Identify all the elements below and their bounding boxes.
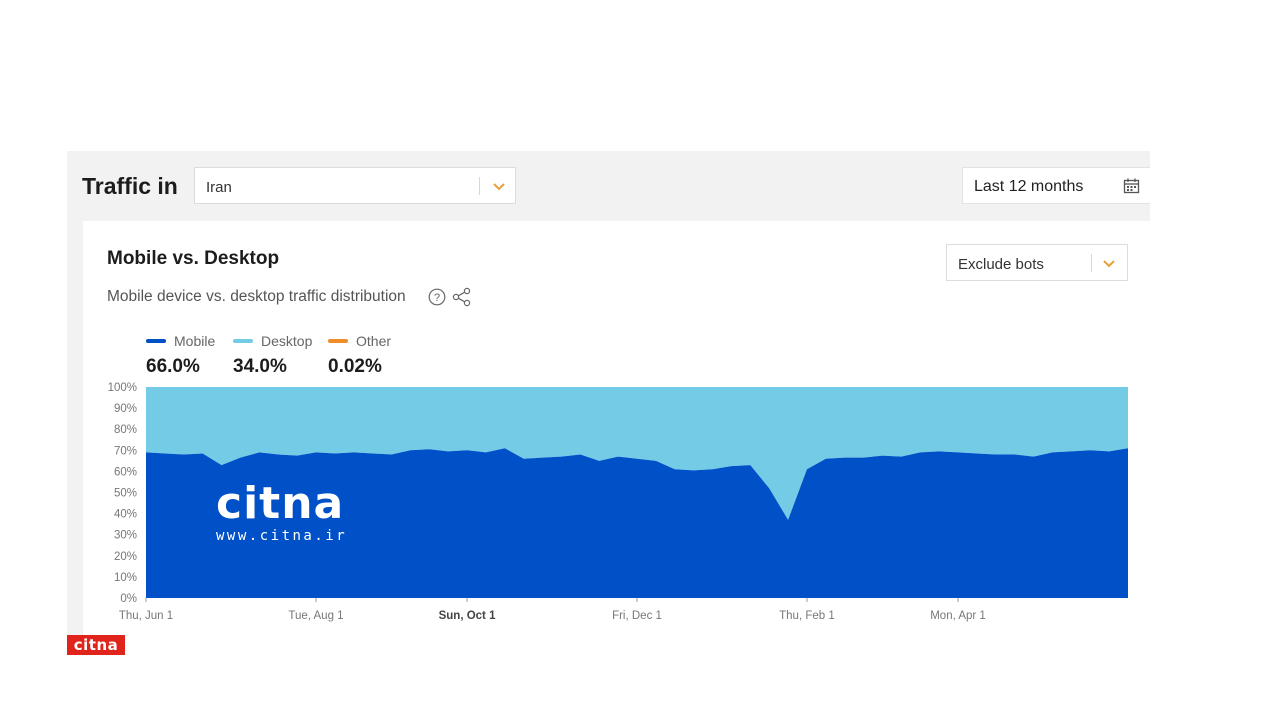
x-tick-label: Mon, Apr 1 [930,610,986,622]
y-tick-label: 30% [114,530,137,542]
y-tick-label: 20% [114,551,137,563]
y-tick-label: 0% [120,593,137,605]
citna-watermark-url: www.citna.ir [216,528,348,544]
y-tick-label: 50% [114,488,137,500]
y-tick-label: 40% [114,509,137,521]
y-tick-label: 90% [114,403,137,415]
x-tick-label: Fri, Dec 1 [612,610,662,622]
y-tick-label: 60% [114,466,137,478]
y-tick-label: 70% [114,445,137,457]
x-tick-label: Thu, Jun 1 [119,610,173,622]
y-tick-label: 10% [114,572,137,584]
x-tick-label: Thu, Feb 1 [779,610,835,622]
x-tick-label: Tue, Aug 1 [288,610,343,622]
y-tick-label: 80% [114,424,137,436]
citna-corner-logo: citna [67,635,125,655]
traffic-distribution-chart: 100% 90% 80% 70% 60% 50% 40% 30% 20% 10% 0% Thu, Ju… [108,382,1128,622]
y-tick-label: 100% [108,382,137,394]
x-tick-label: Sun, Oct 1 [439,610,496,622]
citna-watermark-logo: citna [216,478,345,529]
